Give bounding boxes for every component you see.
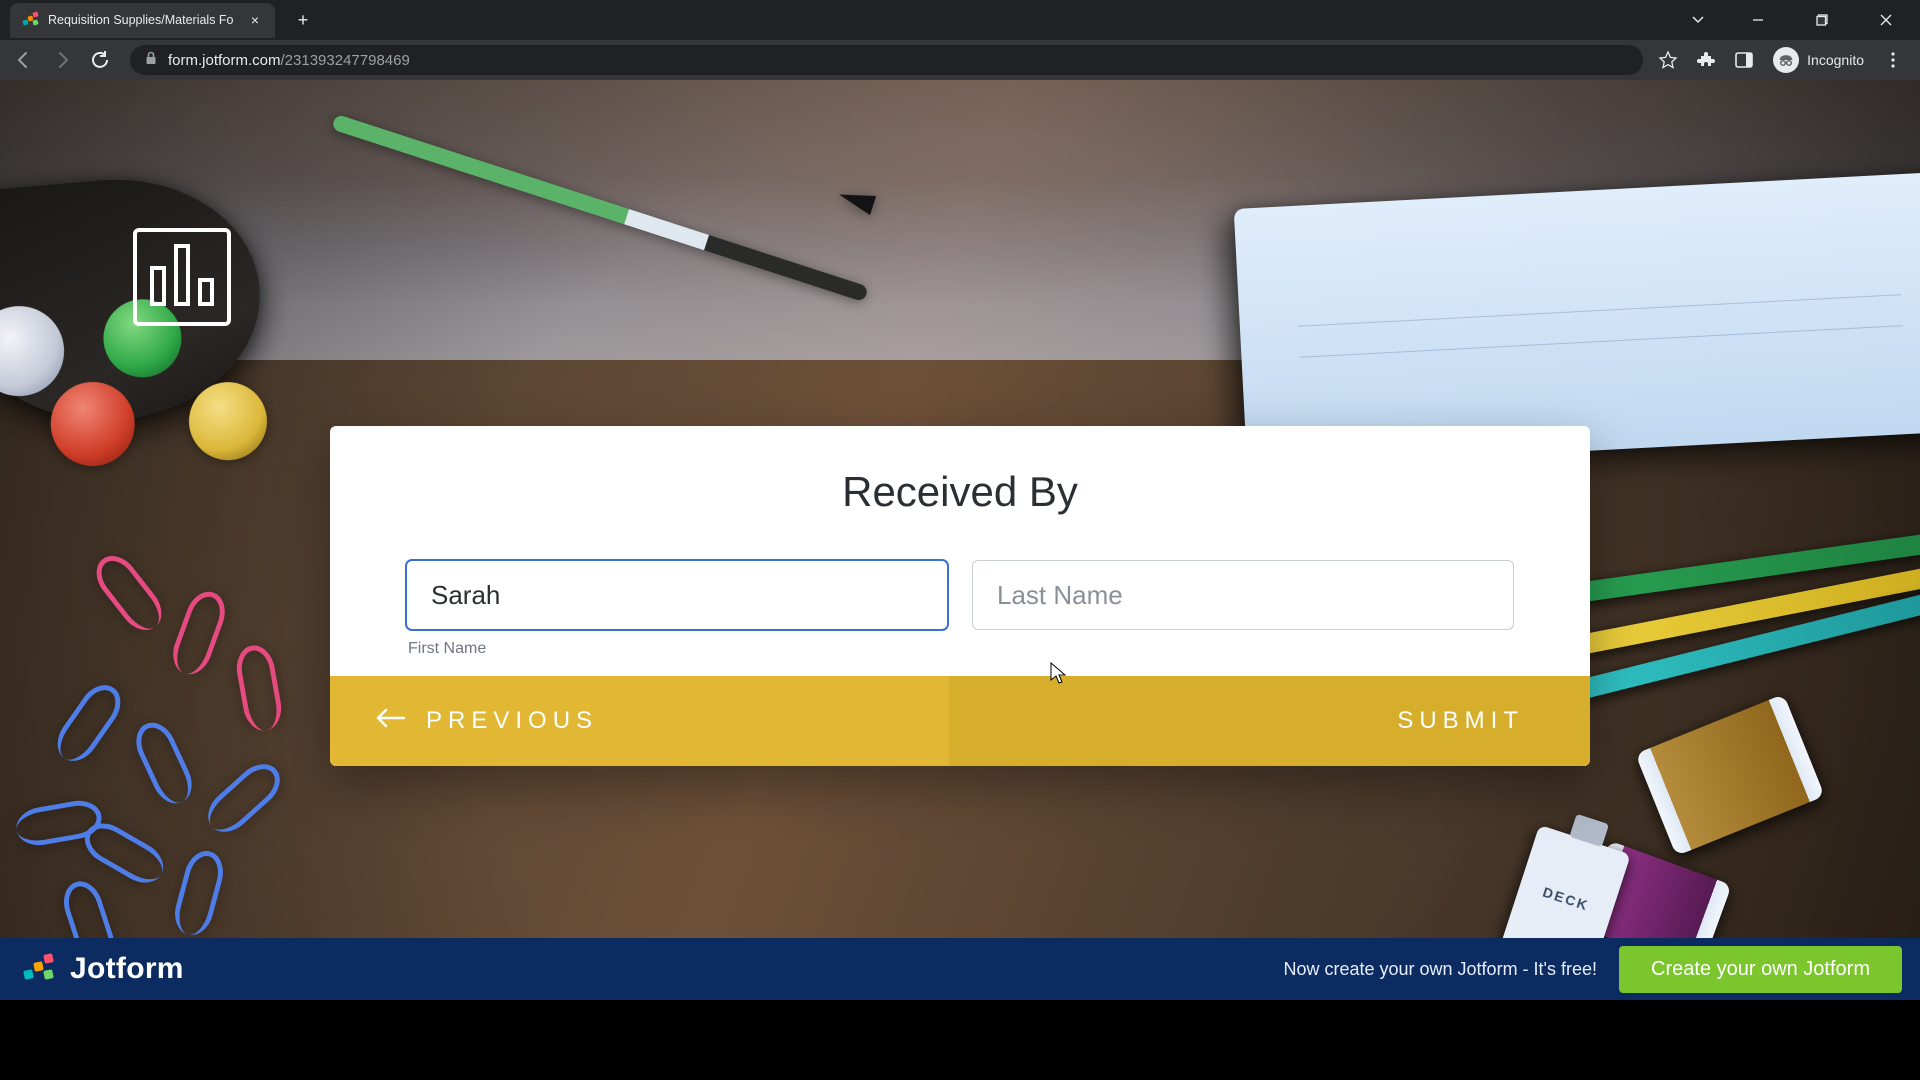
- kebab-menu-icon[interactable]: [1882, 49, 1904, 71]
- decor-paint-cup-white: [0, 302, 68, 400]
- form-question-title: Received By: [330, 468, 1590, 516]
- decor-paperclip: [166, 586, 231, 680]
- card-actions: PREVIOUS SUBMIT: [330, 676, 1590, 766]
- decor-paperclip: [199, 755, 288, 841]
- decor-paperclip: [129, 716, 200, 810]
- tab-strip: Requisition Supplies/Materials Fo × +: [0, 0, 1920, 40]
- decor-paperclip: [49, 677, 129, 769]
- decor-notebook: [1234, 171, 1920, 468]
- url-host: form.jotform.com: [168, 52, 281, 69]
- jotform-favicon-icon: [22, 11, 40, 29]
- incognito-indicator[interactable]: Incognito: [1771, 45, 1866, 75]
- last-name-field: [972, 560, 1514, 658]
- tab-search-chevron-icon[interactable]: [1680, 0, 1716, 40]
- jotform-footer: Jotform Now create your own Jotform - It…: [0, 938, 1920, 1000]
- form-card: Received By First Name PREVIOUS SUBMIT: [330, 426, 1590, 766]
- extensions-icon[interactable]: [1695, 49, 1717, 71]
- last-name-input[interactable]: [972, 560, 1514, 630]
- bar-chart-bar: [174, 244, 190, 306]
- address-bar[interactable]: form.jotform.com /231393247798469: [130, 45, 1643, 75]
- decor-paint-tube-label: DECK: [1518, 876, 1614, 921]
- window-maximize-button[interactable]: [1800, 0, 1844, 40]
- jotform-logo[interactable]: Jotform: [22, 952, 184, 986]
- card-header: Received By: [330, 426, 1590, 524]
- browser-chrome: Requisition Supplies/Materials Fo × +: [0, 0, 1920, 80]
- create-jotform-button[interactable]: Create your own Jotform: [1619, 946, 1902, 993]
- page-viewport: DECK Received By First Name PREVIOUS: [0, 80, 1920, 1000]
- first-name-input[interactable]: [406, 560, 948, 630]
- decor-paperclip: [88, 547, 171, 638]
- tab-title: Requisition Supplies/Materials Fo: [48, 13, 241, 27]
- window-close-button[interactable]: [1864, 0, 1908, 40]
- nav-reload-button[interactable]: [84, 44, 116, 76]
- browser-tab[interactable]: Requisition Supplies/Materials Fo ×: [10, 3, 275, 38]
- arrow-left-icon: [374, 707, 406, 736]
- decor-paperclip: [233, 642, 285, 733]
- decor-paperclips-group: [30, 550, 360, 910]
- url-path: /231393247798469: [281, 52, 410, 69]
- jotform-logo-icon: [22, 952, 56, 986]
- tab-close-icon[interactable]: ×: [247, 12, 263, 28]
- nav-back-button[interactable]: [8, 44, 40, 76]
- nav-forward-button[interactable]: [46, 44, 78, 76]
- form-logo-icon: [133, 228, 231, 326]
- footer-cta-text: Now create your own Jotform - It's free!: [1283, 959, 1597, 980]
- name-fields-row: First Name: [330, 524, 1590, 676]
- submit-button-label: SUBMIT: [1397, 707, 1524, 735]
- window-controls: [1680, 0, 1920, 40]
- first-name-field: First Name: [406, 560, 948, 658]
- bar-chart-bar: [198, 278, 214, 306]
- incognito-label: Incognito: [1807, 52, 1864, 68]
- previous-button-label: PREVIOUS: [426, 707, 598, 735]
- jotform-wordmark: Jotform: [70, 952, 184, 986]
- bar-chart-bar: [150, 266, 166, 306]
- side-panel-icon[interactable]: [1733, 49, 1755, 71]
- lock-icon: [144, 51, 158, 70]
- incognito-icon: [1773, 47, 1799, 73]
- window-minimize-button[interactable]: [1736, 0, 1780, 40]
- bookmark-star-icon[interactable]: [1657, 49, 1679, 71]
- previous-button[interactable]: PREVIOUS: [330, 676, 949, 766]
- first-name-sublabel: First Name: [406, 640, 948, 658]
- submit-button[interactable]: SUBMIT: [949, 676, 1590, 766]
- toolbar-right: Incognito: [1657, 45, 1904, 75]
- toolbar: form.jotform.com /231393247798469 Incogn…: [0, 40, 1920, 80]
- new-tab-button[interactable]: +: [289, 6, 317, 34]
